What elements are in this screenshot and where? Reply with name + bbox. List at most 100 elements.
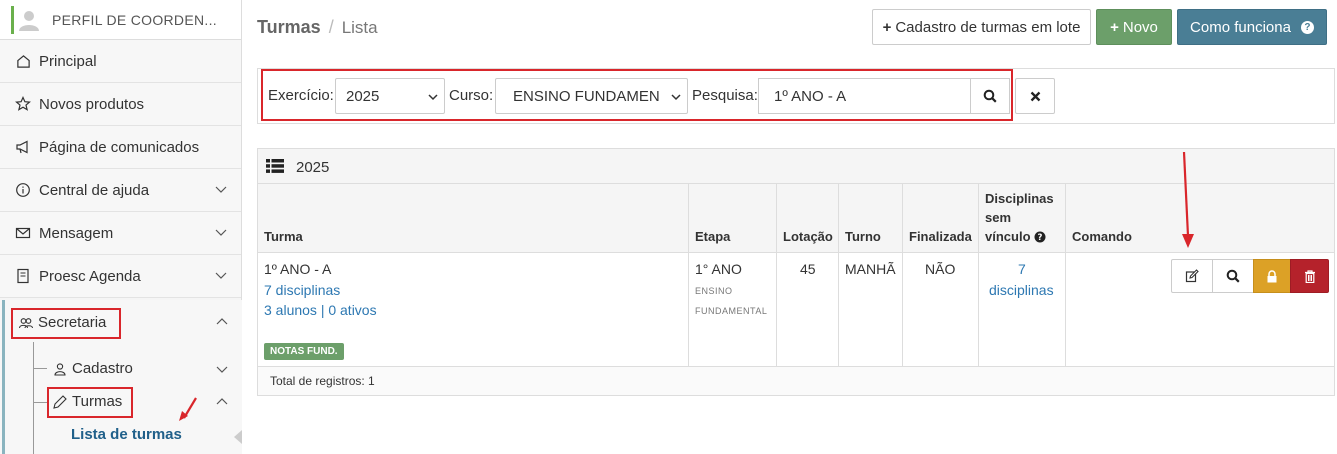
sidebar-item-novos-produtos[interactable]: Novos produtos	[0, 83, 241, 126]
plus-icon: +	[1110, 18, 1119, 36]
profile-name: PERFIL DE COORDEN...	[52, 11, 217, 28]
col-divider	[902, 184, 903, 366]
help-icon[interactable]: ?	[1034, 231, 1046, 243]
button-label: Cadastro de turmas em lote	[895, 18, 1081, 36]
sidebar-item-label: Central de ajuda	[39, 181, 150, 199]
curso-value: ENSINO FUNDAMENT	[513, 87, 659, 105]
active-section-bar	[2, 300, 5, 454]
highlight-secretaria	[11, 308, 121, 339]
col-header-disciplinas[interactable]: Disciplinas sem vínculo ?	[985, 189, 1054, 246]
button-label: Novo	[1122, 18, 1158, 36]
col-header-turma[interactable]: Turma	[264, 227, 303, 246]
profile-header[interactable]: PERFIL DE COORDEN...	[0, 0, 241, 40]
svg-text:?: ?	[1037, 233, 1042, 243]
chevron-down-icon	[216, 366, 228, 373]
close-icon	[1030, 91, 1040, 101]
help-icon: ?	[1300, 20, 1314, 34]
user-icon	[52, 361, 68, 377]
home-icon	[14, 52, 32, 70]
user-avatar-icon	[16, 7, 42, 33]
megaphone-icon	[14, 138, 32, 156]
sidebar-item-mensagem[interactable]: Mensagem	[0, 212, 241, 255]
batch-register-button[interactable]: + Cadastro de turmas em lote	[872, 9, 1091, 45]
alunos-link[interactable]: 3 alunos | 0 ativos	[264, 302, 377, 318]
cell-finalizada: NÃO	[925, 261, 956, 277]
chevron-down-icon	[671, 94, 681, 101]
col-header-line-wrap: vínculo ?	[985, 227, 1054, 246]
cell-turno: MANHÃ	[845, 261, 896, 277]
delete-button[interactable]	[1290, 259, 1329, 293]
exercicio-label: Exercício:	[268, 87, 334, 104]
lock-icon	[1267, 269, 1277, 282]
agenda-icon	[14, 267, 32, 285]
col-header-finalizada[interactable]: Finalizada	[909, 227, 972, 246]
view-button[interactable]	[1212, 259, 1254, 293]
col-divider	[776, 184, 777, 366]
selected-caret	[234, 430, 242, 444]
exercicio-select[interactable]: 2025	[335, 78, 445, 114]
cell-etapa-sub: FUNDAMENTAL	[695, 306, 768, 316]
lock-button[interactable]	[1253, 259, 1291, 293]
sidebar-item-label: Principal	[39, 52, 97, 70]
breadcrumb: Turmas / Lista	[257, 17, 378, 38]
page-subtitle: Lista	[341, 18, 378, 37]
search-button[interactable]	[970, 78, 1010, 114]
star-icon	[14, 95, 32, 113]
mail-icon	[14, 224, 32, 242]
col-header-line: vínculo	[985, 229, 1031, 244]
plus-icon: +	[882, 18, 892, 36]
chevron-up-icon	[216, 398, 228, 405]
trash-icon	[1304, 269, 1315, 283]
new-button[interactable]: + Novo	[1096, 9, 1172, 45]
col-divider	[838, 184, 839, 366]
disc-sem-vinculo-link[interactable]: 7	[1018, 261, 1026, 277]
disc-sem-vinculo-link[interactable]: disciplinas	[989, 282, 1054, 298]
disciplinas-link[interactable]: 7 disciplinas	[264, 282, 340, 298]
search-input[interactable]: 1º ANO - A	[758, 78, 971, 114]
chevron-down-icon	[428, 94, 438, 101]
exercicio-value: 2025	[346, 87, 380, 105]
status-badge: NOTAS FUND.	[264, 343, 344, 360]
search-value: 1º ANO - A	[774, 87, 847, 105]
sidebar-item-label: Página de comunicados	[39, 138, 200, 156]
sidebar-link-lista-turmas[interactable]: Lista de turmas	[71, 426, 182, 443]
sidebar-subitem-cadastro[interactable]: Cadastro	[52, 360, 133, 377]
col-header-etapa[interactable]: Etapa	[695, 227, 730, 246]
profile-accent-bar	[11, 6, 14, 34]
col-header-line: sem	[985, 210, 1012, 225]
cell-etapa: 1° ANO	[695, 261, 742, 277]
edit-button[interactable]	[1171, 259, 1213, 293]
sidebar-item-label: Mensagem	[39, 224, 114, 242]
total-records: Total de registros: 1	[270, 374, 375, 388]
chevron-up-icon	[216, 318, 228, 325]
col-header-line: Disciplinas	[985, 191, 1054, 206]
table-panel-header	[258, 149, 1334, 184]
sidebar-item-agenda[interactable]: Proesc Agenda	[0, 255, 241, 298]
col-header-lotacao[interactable]: Lotação	[783, 227, 833, 246]
chevron-down-icon	[215, 186, 227, 193]
cell-lotacao: 45	[800, 261, 816, 277]
sidebar-item-principal[interactable]: Principal	[0, 40, 241, 83]
table-footer	[258, 367, 1334, 395]
curso-select[interactable]: ENSINO FUNDAMENT	[495, 78, 688, 114]
tree-branch	[33, 368, 47, 369]
pesquisa-label: Pesquisa:	[692, 87, 758, 104]
col-divider	[978, 184, 979, 366]
sidebar-item-label: Novos produtos	[39, 95, 145, 113]
col-header-comando: Comando	[1072, 229, 1132, 244]
sidebar-item-central-ajuda[interactable]: Central de ajuda	[0, 169, 241, 212]
highlight-turmas	[47, 387, 133, 418]
clear-filter-button[interactable]	[1015, 78, 1055, 114]
sidebar-item-label: Cadastro	[72, 360, 133, 377]
sidebar-item-comunicados[interactable]: Página de comunicados	[0, 126, 241, 169]
col-header-turno[interactable]: Turno	[845, 227, 881, 246]
how-it-works-button[interactable]: Como funciona ?	[1177, 9, 1327, 45]
tree-branch	[33, 402, 47, 403]
search-icon	[1226, 269, 1240, 283]
page-title: Turmas	[257, 17, 321, 37]
list-icon	[266, 159, 284, 173]
edit-icon	[1185, 269, 1199, 283]
search-icon	[983, 89, 997, 103]
curso-label: Curso:	[449, 87, 494, 104]
button-label: Como funciona	[1190, 18, 1291, 36]
